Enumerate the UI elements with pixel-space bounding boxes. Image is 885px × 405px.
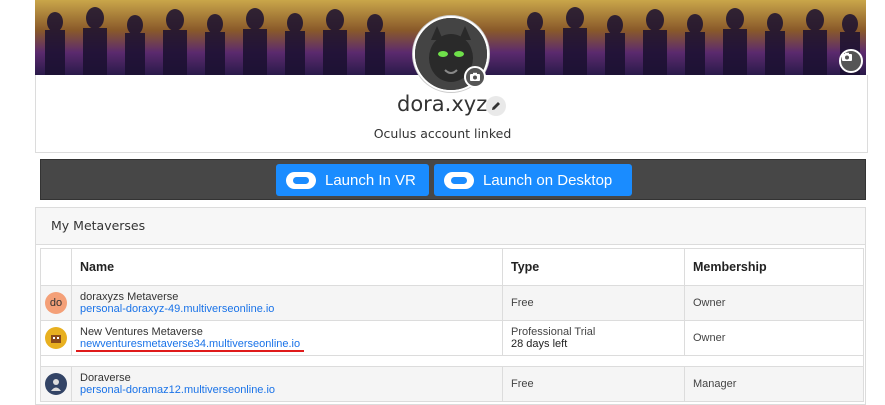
metaverse-membership: Owner [684, 320, 864, 356]
metaverse-type: Free [502, 285, 685, 321]
launch-vr-label: Launch In VR [325, 171, 416, 189]
metaverse-membership: Manager [684, 366, 864, 402]
metaverse-name: Doraverse [80, 372, 131, 384]
metaverse-avatar [45, 327, 67, 349]
edit-username-button[interactable] [486, 96, 506, 116]
col-membership-header: Membership [684, 248, 864, 286]
metaverse-avatar [45, 373, 67, 395]
metaverse-url-link[interactable]: newventuresmetaverse34.multiverseonline.… [80, 338, 494, 350]
metaverse-type: Professional Trial [511, 326, 596, 338]
metaverses-panel: My Metaverses Name Type Membership do do… [35, 207, 866, 405]
profile-username: dora.xyz [397, 92, 488, 116]
table-row[interactable]: do doraxyzs Metaverse personal-doraxyz-4… [40, 285, 864, 321]
person-icon [51, 379, 61, 391]
banner-camera-icon[interactable] [839, 49, 863, 73]
launch-vr-button[interactable]: Launch In VR [276, 164, 429, 196]
vr-headset-icon [444, 171, 474, 189]
table-row[interactable]: Doraverse personal-doramaz12.multiverseo… [40, 366, 864, 402]
table-spacer-row [40, 355, 864, 367]
pencil-icon [492, 102, 500, 110]
vr-headset-icon [286, 171, 316, 189]
metaverse-name: doraxyzs Metaverse [80, 291, 179, 303]
launch-desktop-button[interactable]: Launch on Desktop [434, 164, 632, 196]
col-name-header: Name [71, 248, 503, 286]
highlight-underline [76, 350, 304, 352]
metaverse-avatar: do [45, 292, 67, 314]
metaverse-membership: Owner [684, 285, 864, 321]
launch-bar: Launch In VR Launch on Desktop [40, 159, 866, 200]
col-type-header: Type [502, 248, 685, 286]
metaverses-table: Name Type Membership do doraxyzs Metaver… [40, 248, 864, 402]
metaverse-url-link[interactable]: personal-doraxyz-49.multiverseonline.io [80, 303, 494, 315]
building-icon [51, 335, 61, 343]
avatar-camera-icon[interactable] [464, 66, 486, 88]
trial-days-left: 28 days left [511, 338, 568, 350]
panel-title: My Metaverses [36, 208, 865, 245]
metaverse-name: New Ventures Metaverse [80, 326, 203, 338]
col-icon-header [40, 248, 72, 286]
launch-desktop-label: Launch on Desktop [483, 171, 613, 189]
metaverse-url-link[interactable]: personal-doramaz12.multiverseonline.io [80, 384, 494, 396]
oculus-status: Oculus account linked [373, 126, 512, 141]
metaverse-type: Free [502, 366, 685, 402]
